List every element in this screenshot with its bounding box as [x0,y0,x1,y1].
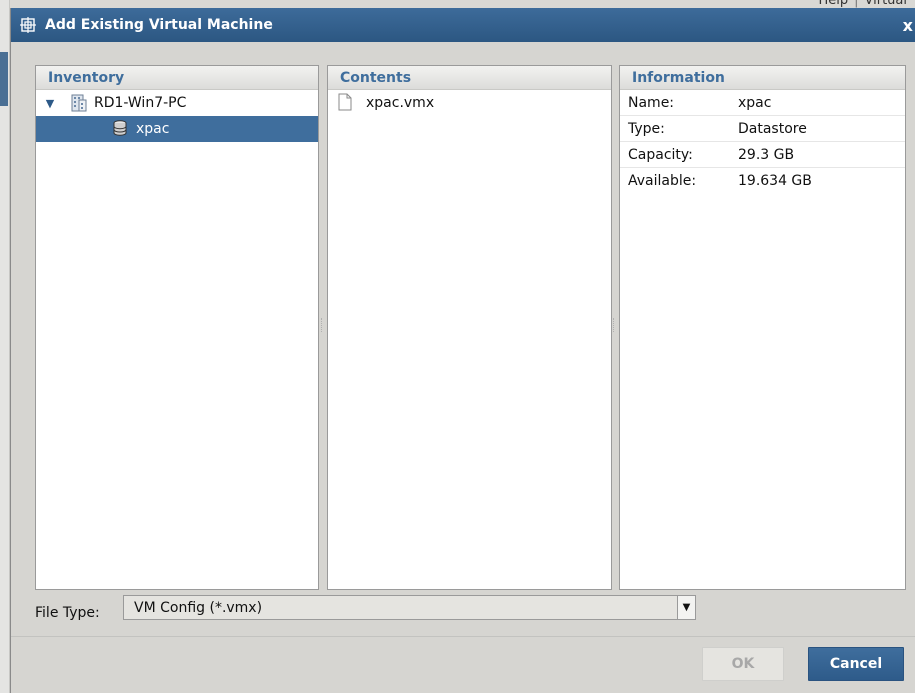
file-icon [338,93,354,113]
inventory-header: Inventory [36,66,318,90]
info-row-type: Type: Datastore [620,116,905,142]
info-value: 19.634 GB [738,173,812,189]
splitter-handle[interactable] [321,318,324,332]
information-header: Information [620,66,905,90]
expand-toggle-icon[interactable]: ▼ [42,97,58,110]
info-row-name: Name: xpac [620,90,905,116]
info-value: xpac [738,94,772,111]
information-pane: Information Name: xpac Type: Datastore C… [619,65,906,590]
contents-header: Contents [328,66,611,90]
tree-item-host-label: RD1-Win7-PC [94,95,187,111]
ok-button[interactable]: OK [702,647,784,681]
info-key: Capacity: [628,146,693,163]
file-type-value: VM Config (*.vmx) [134,599,263,616]
info-value: 29.3 GB [738,146,795,163]
splitter-handle[interactable] [613,318,616,332]
add-vm-icon [19,16,37,34]
info-key: Type: [628,120,665,137]
datastore-icon [112,120,130,138]
tree-item-datastore-label: xpac [136,121,170,137]
tree-item-datastore[interactable]: xpac [36,116,318,142]
tree-item-host[interactable]: ▼ RD1-Win7-PC [36,90,318,116]
close-icon[interactable]: x [903,16,913,35]
cancel-button[interactable]: Cancel [808,647,904,681]
dialog-titlebar[interactable]: Add Existing Virtual Machine x [11,8,915,42]
host-building-icon [70,94,88,112]
info-row-available: Available: 19.634 GB [620,168,905,194]
background-app-edge [0,0,10,693]
info-row-capacity: Capacity: 29.3 GB [620,142,905,168]
background-accent [0,52,8,106]
contents-pane: Contents xpac.vmx [327,65,612,590]
info-key: Name: [628,94,675,111]
inventory-pane: Inventory ▼ RD1-Win7-PC xpac [35,65,319,590]
footer-divider [11,636,915,637]
file-list-item[interactable]: xpac.vmx [328,90,611,116]
info-key: Available: [628,173,697,189]
add-existing-vm-dialog: Add Existing Virtual Machine x Inventory… [10,8,915,693]
background-help-link: Help [818,0,849,8]
chevron-down-icon[interactable]: ▼ [677,596,695,619]
dialog-title: Add Existing Virtual Machine [45,17,273,33]
background-virtual-link: Virtual [864,0,907,8]
file-name: xpac.vmx [366,95,435,111]
background-menu: Help | Virtual [818,0,907,8]
info-value: Datastore [738,120,807,137]
file-type-label: File Type: [35,605,100,621]
file-type-select[interactable]: VM Config (*.vmx) ▼ [123,595,696,620]
